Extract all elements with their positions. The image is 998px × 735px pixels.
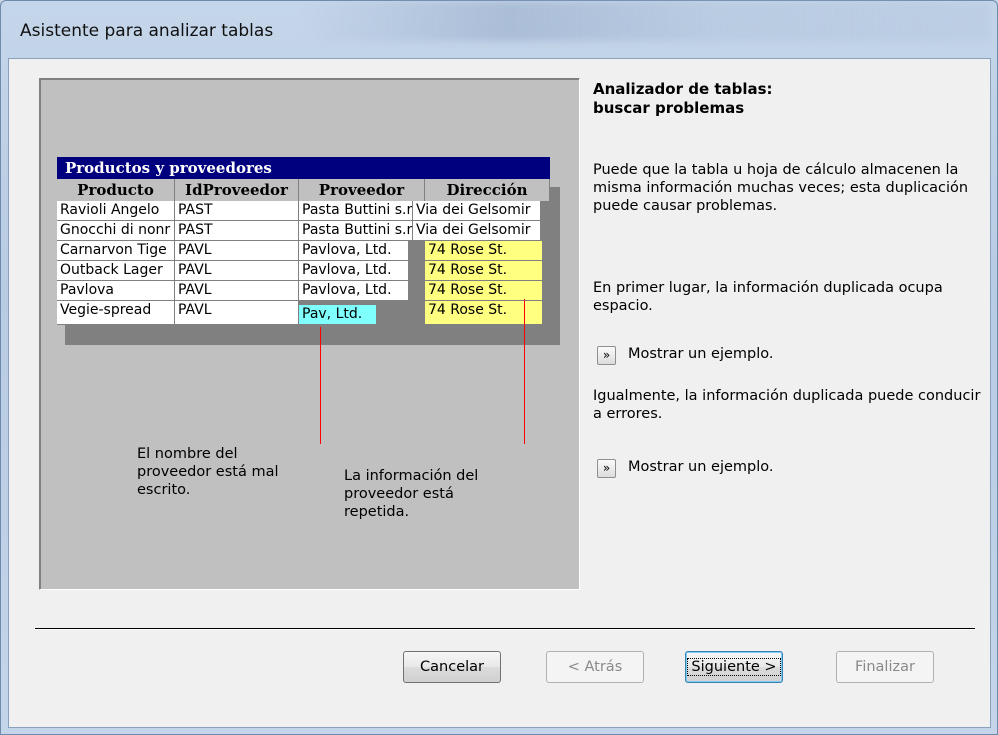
repeated-address-cell: 74 Rose St. xyxy=(425,261,543,281)
table-cell: Pavlova xyxy=(57,281,175,301)
note-line: repetida. xyxy=(344,504,410,520)
window-title: Asistente para analizar tablas xyxy=(20,21,274,41)
heading-line: Analizador de tablas: xyxy=(593,80,773,98)
title-bar-background xyxy=(301,1,991,41)
repeated-address-cell: 74 Rose St. xyxy=(425,241,543,261)
column-header-idproveedor: IdProveedor xyxy=(175,179,299,201)
show-example-label-2: Mostrar un ejemplo. xyxy=(628,459,774,475)
column-header-producto: Producto xyxy=(57,179,175,201)
table-cell: PAVL xyxy=(175,261,299,281)
column-header-direccion: Dirección xyxy=(425,179,550,201)
cancel-button[interactable]: Cancelar xyxy=(403,651,501,683)
note-line: proveedor está mal xyxy=(137,464,279,480)
note-misspelled-supplier: El nombre del proveedor está mal escrito… xyxy=(137,445,278,499)
table-cell: Pavlova, Ltd. xyxy=(299,261,409,281)
show-example-button-2[interactable]: » xyxy=(597,459,616,478)
next-button-label: Siguiente > xyxy=(687,658,781,676)
errors-paragraph: Igualmente, la información duplicada pue… xyxy=(593,388,981,422)
table-cell: Pasta Buttini s.r xyxy=(299,201,413,221)
table-cell: PAST xyxy=(175,201,299,221)
callout-line-misspelled xyxy=(320,327,321,444)
wizard-window: Asistente para analizar tablas Productos… xyxy=(0,0,998,735)
callout-line-repeated xyxy=(524,299,525,444)
note-line: proveedor está xyxy=(344,486,454,502)
table-cell: Pasta Buttini s.r xyxy=(299,221,413,241)
title-bar[interactable]: Asistente para analizar tablas xyxy=(1,1,997,58)
table-cell: Gnocchi di nonr xyxy=(57,221,175,241)
table-cell: PAVL xyxy=(175,301,299,325)
misspelled-supplier-cell: Pav, Ltd. xyxy=(299,305,377,325)
heading-line: buscar problemas xyxy=(593,99,745,117)
note-repeated-info: La información del proveedor está repeti… xyxy=(344,467,478,521)
note-line: El nombre del xyxy=(137,446,238,462)
show-example-button-1[interactable]: » xyxy=(597,346,616,365)
column-header-proveedor: Proveedor xyxy=(299,179,425,201)
back-button[interactable]: < Atrás xyxy=(546,651,644,683)
wizard-step-heading: Analizador de tablas: buscar problemas xyxy=(593,80,973,118)
next-button[interactable]: Siguiente > xyxy=(685,651,783,683)
table-cell: Outback Lager xyxy=(57,261,175,281)
note-line: escrito. xyxy=(137,482,191,498)
note-line: La información del xyxy=(344,468,479,484)
separator xyxy=(35,628,975,630)
wizard-client-area: Productos y proveedores Producto IdProve… xyxy=(8,58,991,728)
table-cell: Via dei Gelsomir xyxy=(413,221,541,241)
table-cell: Vegie-spread xyxy=(57,301,175,325)
finish-button[interactable]: Finalizar xyxy=(836,651,934,683)
table-cell: PAST xyxy=(175,221,299,241)
show-example-label-1: Mostrar un ejemplo. xyxy=(628,346,774,362)
table-cell: PAVL xyxy=(175,281,299,301)
sample-table-title: Productos y proveedores xyxy=(57,157,550,179)
table-cell: Carnarvon Tige xyxy=(57,241,175,261)
table-cell: Ravioli Angelo xyxy=(57,201,175,221)
repeated-address-cell: 74 Rose St. xyxy=(425,301,543,325)
intro-paragraph: Puede que la tabla u hoja de cálculo alm… xyxy=(593,162,969,214)
table-cell: Pavlova, Ltd. xyxy=(299,241,409,261)
repeated-address-cell: 74 Rose St. xyxy=(425,281,543,301)
space-paragraph: En primer lugar, la información duplicad… xyxy=(593,280,943,314)
illustration-panel: Productos y proveedores Producto IdProve… xyxy=(39,78,580,590)
table-cell: PAVL xyxy=(175,241,299,261)
table-cell: Via dei Gelsomir xyxy=(413,201,541,221)
table-cell: Pavlova, Ltd. xyxy=(299,281,409,301)
